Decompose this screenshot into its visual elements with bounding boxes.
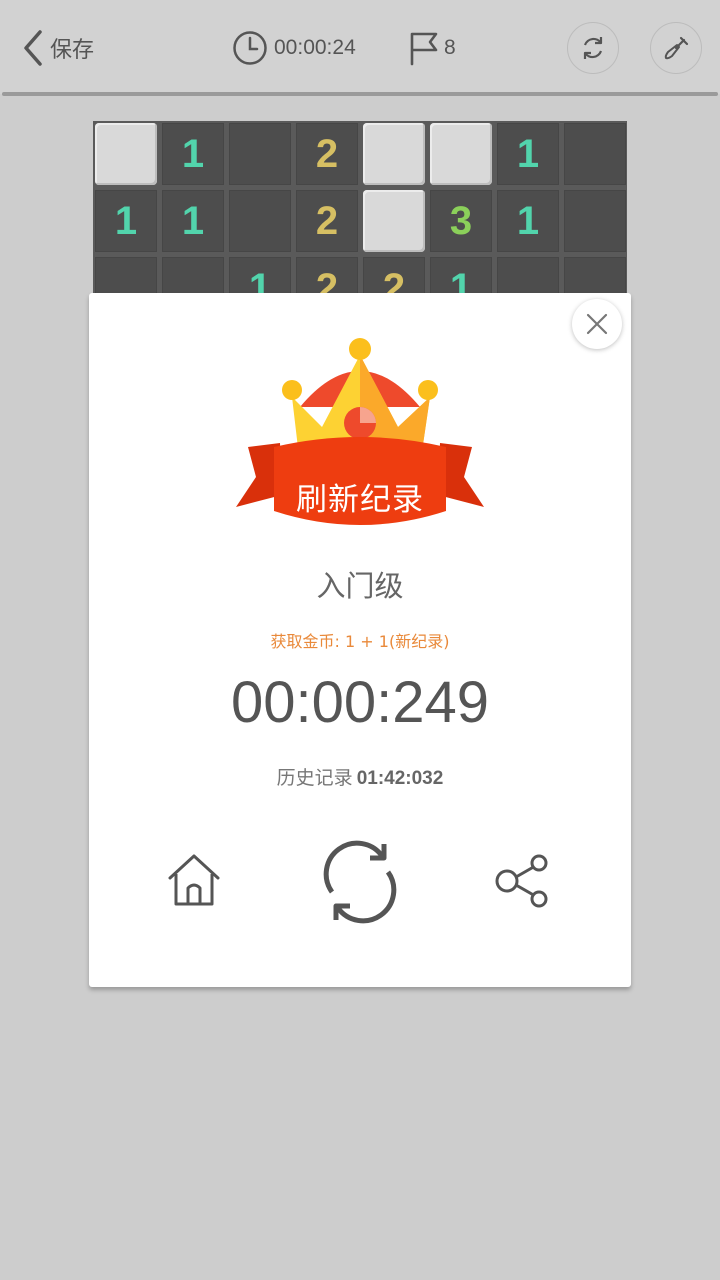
history-value: 01:42:032 bbox=[356, 768, 444, 789]
board-cell[interactable] bbox=[363, 123, 425, 185]
back-save-button[interactable]: 保存 bbox=[18, 26, 94, 70]
board-cell[interactable] bbox=[363, 190, 425, 252]
board-cell[interactable]: 1 bbox=[497, 190, 559, 252]
share-button[interactable] bbox=[492, 850, 554, 912]
minefield-board[interactable]: 121112311221 bbox=[93, 121, 627, 301]
close-dialog-button[interactable] bbox=[572, 299, 622, 349]
coins-reward: 获取金币: 1 + 1(新纪录) bbox=[270, 632, 450, 651]
close-icon bbox=[586, 313, 608, 335]
board-cell[interactable]: 1 bbox=[95, 190, 157, 252]
board-cell[interactable]: 2 bbox=[296, 123, 358, 185]
clock-icon bbox=[233, 31, 267, 65]
board-cell[interactable]: 1 bbox=[162, 190, 224, 252]
replay-button[interactable] bbox=[316, 838, 404, 926]
board-cell[interactable] bbox=[430, 123, 492, 185]
chevron-left-icon bbox=[24, 30, 42, 66]
flag-icon bbox=[410, 32, 438, 66]
top-bar-divider bbox=[2, 92, 718, 96]
board-cell[interactable] bbox=[564, 123, 626, 185]
home-button[interactable] bbox=[162, 848, 226, 912]
board-cell[interactable]: 1 bbox=[162, 123, 224, 185]
refresh-icon bbox=[583, 37, 603, 59]
replay-icon bbox=[323, 840, 397, 924]
history-record: 历史记录 01:42:032 bbox=[89, 763, 631, 790]
shovel-icon bbox=[664, 36, 689, 60]
history-label: 历史记录 bbox=[276, 767, 353, 789]
timer-value: 00:00:24 bbox=[274, 36, 356, 59]
top-bar: 保存 00:00:24 8 bbox=[0, 0, 720, 94]
board-cell[interactable]: 3 bbox=[430, 190, 492, 252]
restart-button[interactable] bbox=[567, 22, 619, 74]
new-record-ribbon: 刷新纪录 bbox=[296, 482, 424, 518]
board-cell[interactable]: 2 bbox=[296, 190, 358, 252]
game-timer: 00:00:24 bbox=[232, 30, 356, 66]
flag-counter: 8 bbox=[408, 30, 456, 66]
shovel-button[interactable] bbox=[650, 22, 702, 74]
flag-count: 8 bbox=[444, 36, 456, 59]
finish-time: 00:00:249 bbox=[230, 670, 490, 735]
back-label: 保存 bbox=[50, 38, 95, 63]
difficulty-level: 入门级 bbox=[316, 569, 404, 603]
board-cell[interactable] bbox=[229, 123, 291, 185]
board-cell[interactable] bbox=[95, 123, 157, 185]
home-icon bbox=[168, 854, 220, 906]
board-cell[interactable]: 1 bbox=[497, 123, 559, 185]
share-icon bbox=[495, 854, 548, 908]
board-cell[interactable] bbox=[229, 190, 291, 252]
board-cell[interactable] bbox=[564, 190, 626, 252]
